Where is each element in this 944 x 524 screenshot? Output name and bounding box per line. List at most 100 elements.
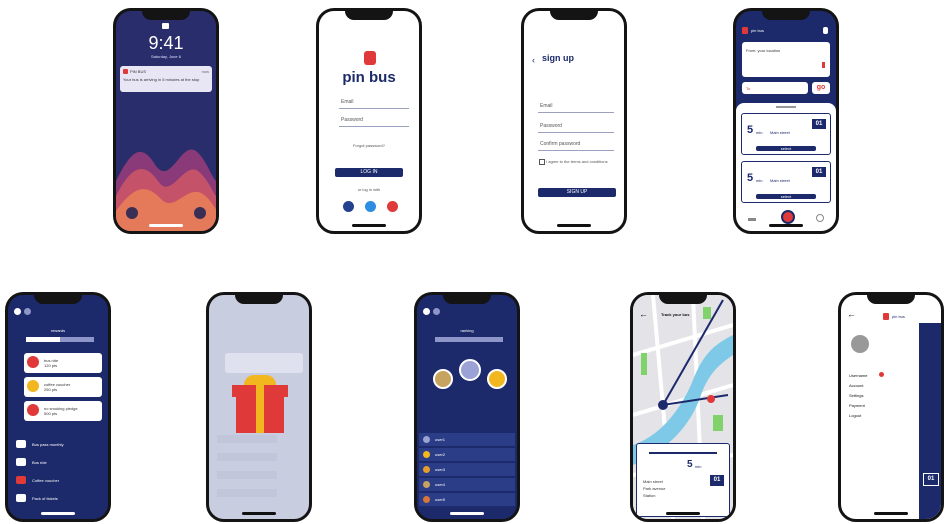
signup-button[interactable]: SIGN UP — [538, 188, 616, 197]
home-indicator — [769, 224, 803, 227]
list-icon-4 — [16, 494, 26, 502]
list-icon-2 — [16, 458, 26, 466]
lock-icon — [162, 23, 169, 29]
select-button[interactable]: select — [756, 146, 816, 151]
ranking-tabs[interactable] — [435, 337, 503, 342]
swap-icon[interactable] — [822, 62, 825, 68]
reward-item-2[interactable]: coffee voucher 250 pts — [24, 377, 102, 397]
bus-card-1[interactable]: 5 min Main street 01 select — [741, 113, 831, 155]
list-item[interactable]: Bus pass monthly — [32, 442, 64, 447]
notch — [443, 295, 491, 304]
profile-line[interactable]: Payment — [849, 403, 865, 408]
signup-password-underline — [538, 132, 614, 133]
ranking-row-2[interactable]: user2 — [419, 448, 515, 461]
camera-icon[interactable] — [194, 207, 206, 219]
rank-icon — [423, 466, 430, 473]
minutes-unit: min — [756, 130, 763, 135]
rank-name: user3 — [435, 467, 446, 472]
ranking-row-4[interactable]: user4 — [419, 478, 515, 491]
list-item[interactable]: Coffee voucher — [32, 478, 59, 483]
list-icon-1 — [16, 440, 26, 448]
email-input[interactable]: Email — [341, 99, 354, 105]
profile-line[interactable]: Logout — [849, 413, 861, 418]
phone-lock-screen: 9:41 Saturday, June 6 PIN BUS now Your b… — [113, 8, 219, 234]
rank-name: user4 — [435, 482, 446, 487]
facebook-icon[interactable] — [343, 201, 354, 212]
profile-line[interactable]: Settings — [849, 393, 863, 398]
forgot-password-link[interactable]: Forgot password? — [319, 143, 419, 148]
terms-label: I agree to the terms and conditions — [546, 159, 608, 164]
flashlight-icon[interactable] — [126, 207, 138, 219]
go-button[interactable]: go — [812, 82, 830, 94]
google-icon[interactable] — [387, 201, 398, 212]
gift-icon[interactable] — [232, 375, 288, 433]
rank-icon — [423, 481, 430, 488]
home-indicator — [874, 512, 908, 515]
terms-checkbox[interactable] — [539, 159, 545, 165]
reward-points: 500 pts — [44, 411, 58, 416]
ranking-row-1[interactable]: user1 — [419, 433, 515, 446]
trip-sheet[interactable]: 5 min Main street Park avenue Station 01 — [636, 443, 730, 517]
home-indicator — [242, 512, 276, 515]
bus-icon — [883, 313, 889, 320]
password-underline — [339, 126, 409, 127]
destination-input[interactable]: To — [742, 82, 808, 94]
no-smoking-icon — [27, 404, 39, 416]
tab-profile-icon[interactable] — [816, 214, 824, 222]
notch — [867, 295, 915, 304]
rank-name: user1 — [435, 437, 446, 442]
notch — [659, 295, 707, 304]
bus-card-2[interactable]: 5 min Main street 01 select — [741, 161, 831, 203]
route-badge: 01 — [709, 474, 725, 487]
medal-bronze-icon — [487, 369, 507, 389]
signup-password-input[interactable]: Password — [540, 123, 562, 129]
user-icon[interactable] — [423, 308, 430, 315]
signup-confirm-underline — [538, 150, 614, 151]
social-label: or log in with — [357, 187, 381, 192]
tab-ticket-icon[interactable] — [748, 218, 756, 221]
signup-title: sign up — [542, 53, 574, 63]
login-button[interactable]: LOG IN — [335, 168, 403, 177]
back-arrow-icon[interactable]: ← — [847, 309, 856, 319]
twitter-icon[interactable] — [365, 201, 376, 212]
brand-logo: pin bus — [342, 69, 396, 86]
select-button[interactable]: select — [756, 194, 816, 199]
signup-email-input[interactable]: Email — [540, 103, 553, 109]
user-icon[interactable] — [823, 27, 828, 34]
notification-card[interactable]: PIN BUS now Your bus is arriving in 5 mi… — [120, 66, 212, 92]
search-from: From: your location — [746, 48, 781, 53]
back-arrow-icon[interactable]: ‹ — [532, 55, 535, 65]
stop-3: Station — [643, 493, 656, 498]
faded-list — [217, 435, 277, 505]
minutes-unit: min — [756, 178, 763, 183]
tab-ranking[interactable] — [60, 337, 94, 342]
faded-card — [225, 353, 303, 373]
password-input[interactable]: Password — [341, 117, 363, 123]
phone-profile: ← pin bus Username Account Settings Paym… — [838, 292, 944, 522]
reward-item-3[interactable]: no smoking pledge 500 pts — [24, 401, 102, 421]
medal-silver-icon — [433, 369, 453, 389]
ranking-row-3[interactable]: user3 — [419, 463, 515, 476]
reward-item-1[interactable]: bus ride 120 pts — [24, 353, 102, 373]
stop-name: Main street — [770, 178, 790, 183]
notif-text: Your bus is arriving in 5 minutes at the… — [123, 77, 200, 82]
ranking-row-5[interactable]: user5 — [419, 493, 515, 506]
rewards-title: rewards — [50, 328, 66, 333]
bus-icon — [742, 27, 748, 34]
profile-line[interactable]: Username — [849, 373, 867, 378]
user-icon[interactable] — [14, 308, 21, 315]
phone-login: pin bus Email Password Forgot password? … — [316, 8, 422, 234]
bus-icon — [123, 69, 128, 74]
signup-confirm-input[interactable]: Confirm password — [540, 141, 580, 147]
back-arrow-icon[interactable]: ← — [639, 309, 648, 319]
list-item[interactable]: Pack of tickets — [32, 496, 58, 501]
progress-track — [649, 452, 717, 454]
home-indicator — [41, 512, 75, 515]
tab-points[interactable] — [26, 337, 60, 342]
route-search-card[interactable]: From: your location — [742, 42, 830, 77]
profile-line[interactable]: Account — [849, 383, 863, 388]
bus-icon — [27, 356, 39, 368]
list-item[interactable]: Bus ride — [32, 460, 47, 465]
tab-home-icon[interactable] — [781, 210, 795, 224]
lock-time: 9:41 — [148, 33, 184, 53]
